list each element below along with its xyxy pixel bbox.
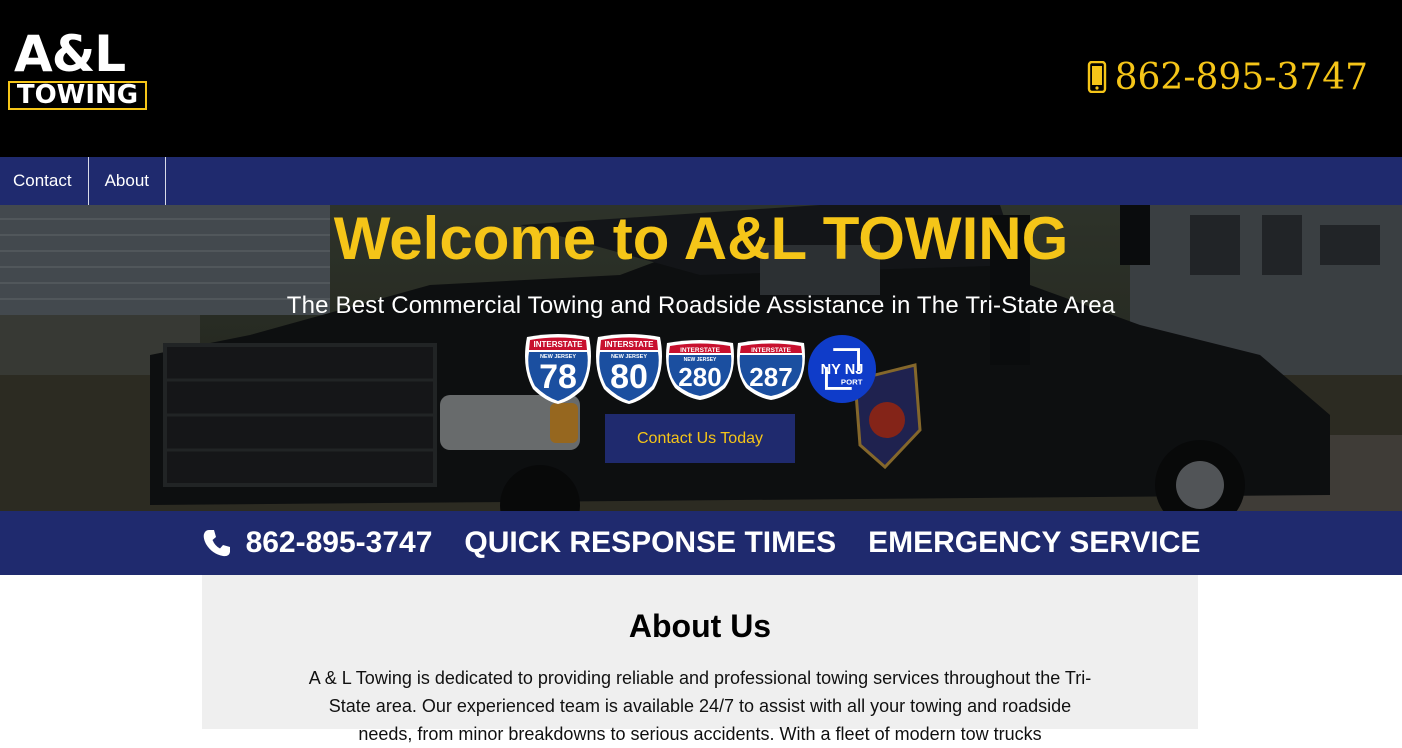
info-bar-emergency: EMERGENCY SERVICE xyxy=(868,526,1201,559)
header-phone-link[interactable]: 862-895-3747 xyxy=(1087,55,1368,99)
hero-subtitle: The Best Commercial Towing and Roadside … xyxy=(286,292,1116,319)
shield-78-number: 78 xyxy=(539,358,577,396)
interstate-78-shield-icon: INTERSTATE NEW JERSEY 78 xyxy=(525,334,591,404)
nav-item-contact[interactable]: Contact xyxy=(0,157,89,205)
about-section: About Us A & L Towing is dedicated to pr… xyxy=(202,575,1198,744)
hero-title: Welcome to A&L TOWING xyxy=(333,205,1069,272)
header-phone-number: 862-895-3747 xyxy=(1114,56,1368,98)
info-bar-response: QUICK RESPONSE TIMES xyxy=(464,526,837,559)
info-bar-phone-number: 862-895-3747 xyxy=(245,526,433,559)
hero-banner: Welcome to A&L TOWING The Best Commercia… xyxy=(0,205,1402,511)
contact-us-today-button[interactable]: Contact Us Today xyxy=(605,414,795,463)
shield-78-top: INTERSTATE xyxy=(533,340,583,349)
info-bar: 862-895-3747 QUICK RESPONSE TIMES EMERGE… xyxy=(0,511,1402,575)
logo-wordmark: A&L xyxy=(14,25,126,83)
mobile-phone-icon xyxy=(1087,61,1106,93)
interstate-280-shield-icon: INTERSTATE NEW JERSEY 280 xyxy=(666,340,734,400)
about-text: A & L Towing is dedicated to providing r… xyxy=(308,668,1092,744)
port-logo-line2: PORT xyxy=(841,378,863,387)
highway-shields: INTERSTATE NEW JERSEY 78 INTERSTATE NEW … xyxy=(523,333,877,405)
port-authority-logo-icon: NY NJ PORT xyxy=(807,334,877,404)
site-logo[interactable]: A&L TOWING xyxy=(8,28,148,112)
interstate-287-shield-icon: INTERSTATE 287 xyxy=(737,340,805,400)
site-header: A&L TOWING 862-895-3747 xyxy=(0,0,1402,157)
main-nav: Contact About xyxy=(0,157,1402,205)
info-bar-phone[interactable]: 862-895-3747 xyxy=(202,526,433,560)
shield-280-top: INTERSTATE xyxy=(680,347,721,354)
shield-80-top: INTERSTATE xyxy=(604,340,654,349)
interstate-80-shield-icon: INTERSTATE NEW JERSEY 80 xyxy=(596,334,662,404)
port-logo-line1: NY NJ xyxy=(821,362,864,378)
shield-80-number: 80 xyxy=(610,358,648,396)
about-title: About Us xyxy=(628,608,772,644)
nav-item-about[interactable]: About xyxy=(89,157,167,205)
shield-287-top: INTERSTATE xyxy=(751,347,792,354)
phone-handset-icon xyxy=(203,530,230,557)
logo-subtitle: TOWING xyxy=(8,81,147,110)
shield-280-number: 280 xyxy=(678,362,721,392)
shield-287-number: 287 xyxy=(749,362,792,392)
